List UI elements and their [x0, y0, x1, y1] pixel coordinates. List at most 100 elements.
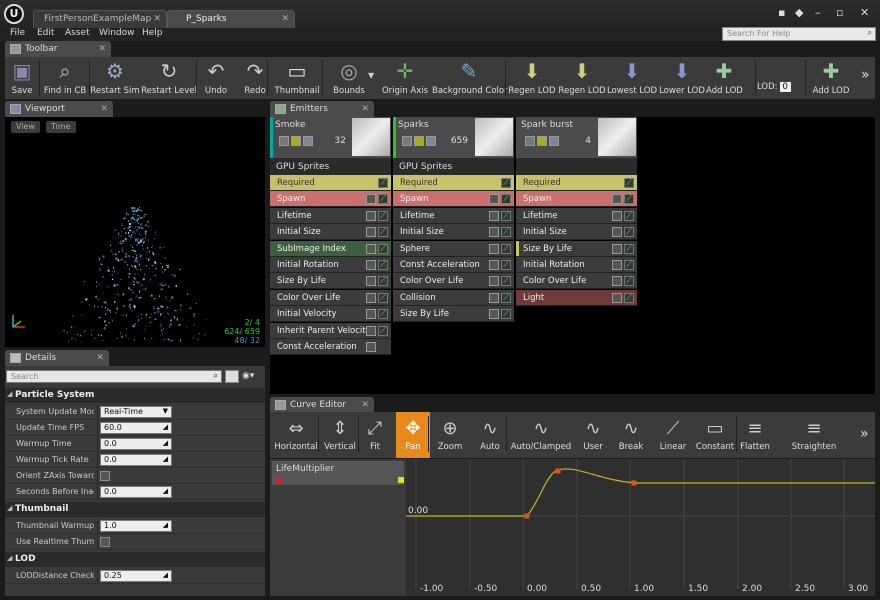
module-const-acceleration[interactable]: Const Acceleration ⟋ — [393, 257, 514, 273]
seconds-before-inactive-input[interactable]: 0.0 ◢ — [100, 486, 172, 498]
lod-value[interactable]: 0 — [779, 82, 791, 92]
module-collision[interactable]: Collision ⟋ — [393, 289, 514, 306]
module-size-by-life[interactable]: Size By Life ⟋ — [393, 306, 514, 323]
regen-lod-button[interactable]: ⬇ Regen LOD — [558, 57, 606, 99]
close-icon[interactable]: ✕ — [153, 14, 161, 24]
module-enable-checkbox[interactable] — [489, 194, 499, 205]
collapse-arrow-icon[interactable]: ◢ — [7, 504, 12, 512]
emitter-type-data[interactable] — [516, 158, 637, 175]
undo-button[interactable]: ↶ Undo — [198, 57, 234, 99]
close-icon[interactable]: ✕ — [361, 104, 369, 114]
module-curve-icon[interactable]: ⟋ — [378, 276, 388, 287]
details-search-input[interactable]: Search ⌕ — [6, 370, 222, 383]
emitter-header[interactable]: Smoke 32 — [270, 117, 391, 158]
module-initial-size[interactable]: Initial Size ⟋ — [516, 224, 637, 241]
module-const-acceleration[interactable]: Const Acceleration — [270, 339, 391, 355]
constant-button[interactable]: ▭ Constant — [694, 412, 736, 458]
curve-key[interactable] — [524, 513, 530, 519]
unreal-logo-icon[interactable]: U — [4, 4, 24, 24]
emitter-type-data[interactable]: GPU Sprites — [393, 158, 514, 175]
module-curve-icon[interactable]: ⟋ — [378, 178, 388, 188]
auto-clamped-button[interactable]: ∿ Auto/Clamped — [510, 412, 572, 458]
close-icon[interactable]: ✕ — [98, 44, 106, 54]
close-icon[interactable]: ✕ — [281, 14, 289, 24]
module-curve-icon[interactable]: ⟋ — [378, 292, 388, 303]
tab-curve-editor[interactable]: Curve Editor ✕ — [270, 397, 374, 413]
module-curve-icon[interactable]: ⟋ — [501, 210, 511, 221]
module-curve-icon[interactable]: ⟋ — [378, 243, 388, 254]
module-required[interactable]: Required ⟋ — [393, 175, 514, 191]
solo-emitter-icon[interactable] — [291, 136, 301, 146]
emitter-header[interactable]: Sparks 659 — [393, 117, 514, 158]
lod-emitter-icon[interactable] — [549, 136, 559, 146]
close-window-icon[interactable]: ✕ — [860, 6, 869, 19]
module-sphere[interactable]: Sphere ⟋ — [393, 240, 514, 257]
orient-zaxis-toward-camera-checkbox[interactable] — [100, 471, 110, 481]
module-initial-size[interactable]: Initial Size ⟋ — [393, 224, 514, 241]
module-curve-icon[interactable]: ⟋ — [624, 260, 634, 270]
module-enable-checkbox[interactable] — [489, 309, 499, 320]
use-realtime-thumbnail-checkbox[interactable] — [100, 537, 110, 547]
module-enable-checkbox[interactable] — [366, 227, 376, 238]
module-color-over-life[interactable]: Color Over Life ⟋ — [516, 273, 637, 290]
module-enable-checkbox[interactable] — [612, 243, 622, 254]
track-lifemultiplier[interactable]: LifeMultiplier — [272, 461, 404, 485]
column-splitter[interactable] — [97, 404, 98, 420]
warmup-time-input[interactable]: 0.0 ◢ — [100, 438, 172, 450]
tab-details[interactable]: Details ✕ — [5, 350, 109, 366]
module-curve-icon[interactable]: ⟋ — [624, 292, 634, 303]
column-splitter[interactable] — [97, 452, 98, 468]
emitter-type-data[interactable]: GPU Sprites — [270, 158, 391, 175]
curve-key[interactable] — [555, 468, 561, 474]
enable-emitter-checkbox[interactable] — [279, 136, 289, 146]
module-curve-icon[interactable]: ⟋ — [501, 194, 511, 205]
fit-button[interactable]: ⤢ Fit — [360, 412, 390, 458]
module-initial-rotation[interactable]: Initial Rotation ⟋ — [516, 257, 637, 273]
menu-file[interactable]: File — [10, 28, 25, 38]
find-in-cb-button[interactable]: ⌕ Find in CB — [41, 57, 89, 99]
background-color-button[interactable]: ✎ Background Color — [432, 57, 508, 99]
module-enable-checkbox[interactable] — [366, 210, 376, 221]
minimize-icon[interactable]: – — [815, 6, 821, 19]
module-spawn[interactable]: Spawn ⟋ — [270, 191, 391, 208]
module-enable-checkbox[interactable] — [366, 194, 376, 205]
module-size-by-life[interactable]: Size By Life ⟋ — [270, 273, 391, 290]
module-initial-velocity[interactable]: Initial Velocity ⟋ — [270, 306, 391, 323]
module-curve-icon[interactable]: ⟋ — [624, 243, 634, 254]
module-curve-icon[interactable]: ⟋ — [501, 227, 511, 238]
module-enable-checkbox[interactable] — [612, 227, 622, 238]
close-icon[interactable]: ✕ — [361, 400, 369, 410]
track-visibility-swatch[interactable] — [398, 477, 404, 483]
column-splitter[interactable] — [97, 484, 98, 500]
auto-button[interactable]: ∿ Auto — [472, 412, 508, 458]
section-lod[interactable]: ◢ LOD — [5, 552, 265, 567]
module-enable-checkbox[interactable] — [489, 276, 499, 287]
module-enable-checkbox[interactable] — [489, 243, 499, 254]
column-splitter[interactable] — [97, 534, 98, 550]
menu-asset[interactable]: Asset — [65, 28, 90, 38]
module-enable-checkbox[interactable] — [612, 194, 622, 205]
module-enable-checkbox[interactable] — [612, 260, 622, 270]
module-inherit-parent-velocity[interactable]: Inherit Parent Velocity ⟋ — [270, 322, 391, 339]
module-curve-icon[interactable]: ⟋ — [378, 194, 388, 205]
module-curve-icon[interactable]: ⟋ — [501, 292, 511, 303]
vertical-button[interactable]: ⇕ Vertical — [322, 412, 358, 458]
update-time-fps-input[interactable]: 60.0 ◢ — [100, 422, 172, 434]
restart-level-button[interactable]: ↻ Restart Level — [141, 57, 197, 99]
module-lifetime[interactable]: Lifetime ⟋ — [393, 207, 514, 224]
module-enable-checkbox[interactable] — [489, 210, 499, 221]
menu-window[interactable]: Window — [99, 28, 135, 38]
module-curve-icon[interactable]: ⟋ — [501, 309, 511, 320]
bounds-button[interactable]: ◎ Bounds — [325, 57, 373, 99]
solo-emitter-icon[interactable] — [537, 136, 547, 146]
lod-emitter-icon[interactable] — [426, 136, 436, 146]
emitter-header[interactable]: Spark burst 4 — [516, 117, 637, 158]
straighten-button[interactable]: ≡ Straighten — [790, 412, 838, 458]
module-initial-size[interactable]: Initial Size ⟋ — [270, 224, 391, 241]
maximize-icon[interactable]: ▫ — [836, 6, 843, 19]
close-icon[interactable]: ✕ — [100, 104, 108, 114]
module-enable-checkbox[interactable] — [366, 309, 376, 320]
solo-emitter-icon[interactable] — [414, 136, 424, 146]
module-enable-checkbox[interactable] — [489, 292, 499, 303]
module-spawn[interactable]: Spawn ⟋ — [393, 191, 514, 208]
